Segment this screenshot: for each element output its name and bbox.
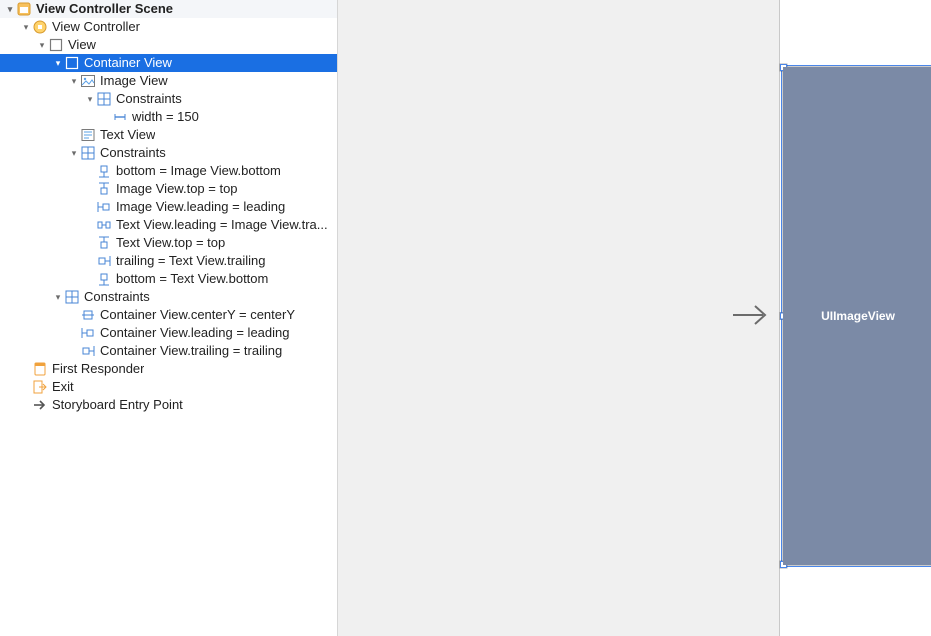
outline-row[interactable]: ▸bottom = Image View.bottom <box>0 162 337 180</box>
outline-row-label: Image View.top = top <box>116 180 238 198</box>
outline-row[interactable]: ▾ Constraints <box>0 90 337 108</box>
outline-row-label: Container View.leading = leading <box>100 324 289 342</box>
imageview-icon <box>80 73 96 89</box>
outline-row-label: Container View.trailing = trailing <box>100 342 282 360</box>
constraint-t-icon <box>96 235 112 251</box>
disclosure-triangle-open-icon[interactable]: ▾ <box>68 72 80 90</box>
outline-row[interactable]: ▸Text View.top = top <box>0 234 337 252</box>
constraint-b-icon <box>96 163 112 179</box>
outline-row[interactable]: ▸Text View <box>0 126 337 144</box>
disclosure-triangle-open-icon[interactable]: ▾ <box>68 144 80 162</box>
view-icon <box>48 37 64 53</box>
outline-row[interactable]: ▾ View Controller <box>0 18 337 36</box>
constraint-group-icon <box>64 289 80 305</box>
outline-row-label: Constraints <box>84 288 150 306</box>
outline-row[interactable]: ▾ View <box>0 36 337 54</box>
constraint-b-icon <box>96 271 112 287</box>
constraint-cy-icon <box>80 307 96 323</box>
outline-row-label: bottom = Text View.bottom <box>116 270 268 288</box>
outline-row-label: Image View.leading = leading <box>116 198 285 216</box>
outline-row-label: Text View.leading = Image View.tra... <box>116 216 328 234</box>
outline-row[interactable]: ▸Image View.top = top <box>0 180 337 198</box>
outline-row-label: Text View <box>100 126 155 144</box>
outline-row[interactable]: ▾ View Controller Scene <box>0 0 337 18</box>
outline-row-label: Constraints <box>116 90 182 108</box>
firstresponder-icon <box>32 361 48 377</box>
outline-row-label: Constraints <box>100 144 166 162</box>
disclosure-triangle-open-icon[interactable]: ▾ <box>4 0 16 18</box>
container-view[interactable]: UIImageView Lorem ipsum dolor sit er eli… <box>782 66 931 566</box>
interface-builder-canvas[interactable]: UIImageView Lorem ipsum dolor sit er eli… <box>338 0 931 636</box>
constraint-r-icon <box>96 253 112 269</box>
outline-row-label: View Controller Scene <box>36 0 173 18</box>
outline-row[interactable]: ▸Container View.leading = leading <box>0 324 337 342</box>
disclosure-triangle-open-icon[interactable]: ▾ <box>52 54 64 72</box>
disclosure-triangle-open-icon[interactable]: ▾ <box>52 288 64 306</box>
image-view-placeholder-label: UIImageView <box>821 309 895 323</box>
outline-row-label: Storyboard Entry Point <box>52 396 183 414</box>
outline-row-label: Image View <box>100 72 168 90</box>
constraint-l-icon <box>80 325 96 341</box>
textview-icon <box>80 127 96 143</box>
constraint-w-icon <box>112 109 128 125</box>
image-view[interactable]: UIImageView <box>783 67 931 565</box>
outline-row-label: trailing = Text View.trailing <box>116 252 265 270</box>
device-frame[interactable]: UIImageView Lorem ipsum dolor sit er eli… <box>780 0 931 636</box>
outline-row[interactable]: ▸Exit <box>0 378 337 396</box>
outline-row-label: Text View.top = top <box>116 234 225 252</box>
outline-row[interactable]: ▾ Constraints <box>0 144 337 162</box>
storyboard-entry-arrow <box>733 300 771 330</box>
outline-row-label: View Controller <box>52 18 140 36</box>
constraint-l-icon <box>96 199 112 215</box>
outline-row-label: bottom = Image View.bottom <box>116 162 281 180</box>
entrypoint-icon <box>32 397 48 413</box>
document-outline[interactable]: ▾View Controller Scene▾View Controller▾V… <box>0 0 338 636</box>
outline-row[interactable]: ▸Container View.trailing = trailing <box>0 342 337 360</box>
scene-icon <box>16 1 32 17</box>
outline-row[interactable]: ▸width = 150 <box>0 108 337 126</box>
outline-row-label: First Responder <box>52 360 144 378</box>
constraint-h-icon <box>96 217 112 233</box>
outline-row-label: View <box>68 36 96 54</box>
constraint-t-icon <box>96 181 112 197</box>
outline-row[interactable]: ▸Storyboard Entry Point <box>0 396 337 414</box>
constraint-group-icon <box>80 145 96 161</box>
exit-icon <box>32 379 48 395</box>
outline-row[interactable]: ▸Text View.leading = Image View.tra... <box>0 216 337 234</box>
outline-row[interactable]: ▸bottom = Text View.bottom <box>0 270 337 288</box>
outline-row[interactable]: ▸trailing = Text View.trailing <box>0 252 337 270</box>
disclosure-triangle-open-icon[interactable]: ▾ <box>20 18 32 36</box>
constraint-group-icon <box>96 91 112 107</box>
outline-row[interactable]: ▾ Image View <box>0 72 337 90</box>
outline-row[interactable]: ▸Container View.centerY = centerY <box>0 306 337 324</box>
outline-row[interactable]: ▸First Responder <box>0 360 337 378</box>
outline-row-label: Exit <box>52 378 74 396</box>
outline-row-label: width = 150 <box>132 108 199 126</box>
constraint-r-icon <box>80 343 96 359</box>
outline-row[interactable]: ▾ Container View <box>0 54 337 72</box>
outline-row[interactable]: ▸Image View.leading = leading <box>0 198 337 216</box>
outline-row-label: Container View.centerY = centerY <box>100 306 295 324</box>
view-icon <box>64 55 80 71</box>
disclosure-triangle-open-icon[interactable]: ▾ <box>84 90 96 108</box>
disclosure-triangle-open-icon[interactable]: ▾ <box>36 36 48 54</box>
outline-row-label: Container View <box>84 54 172 72</box>
viewcontroller-icon <box>32 19 48 35</box>
outline-row[interactable]: ▾ Constraints <box>0 288 337 306</box>
